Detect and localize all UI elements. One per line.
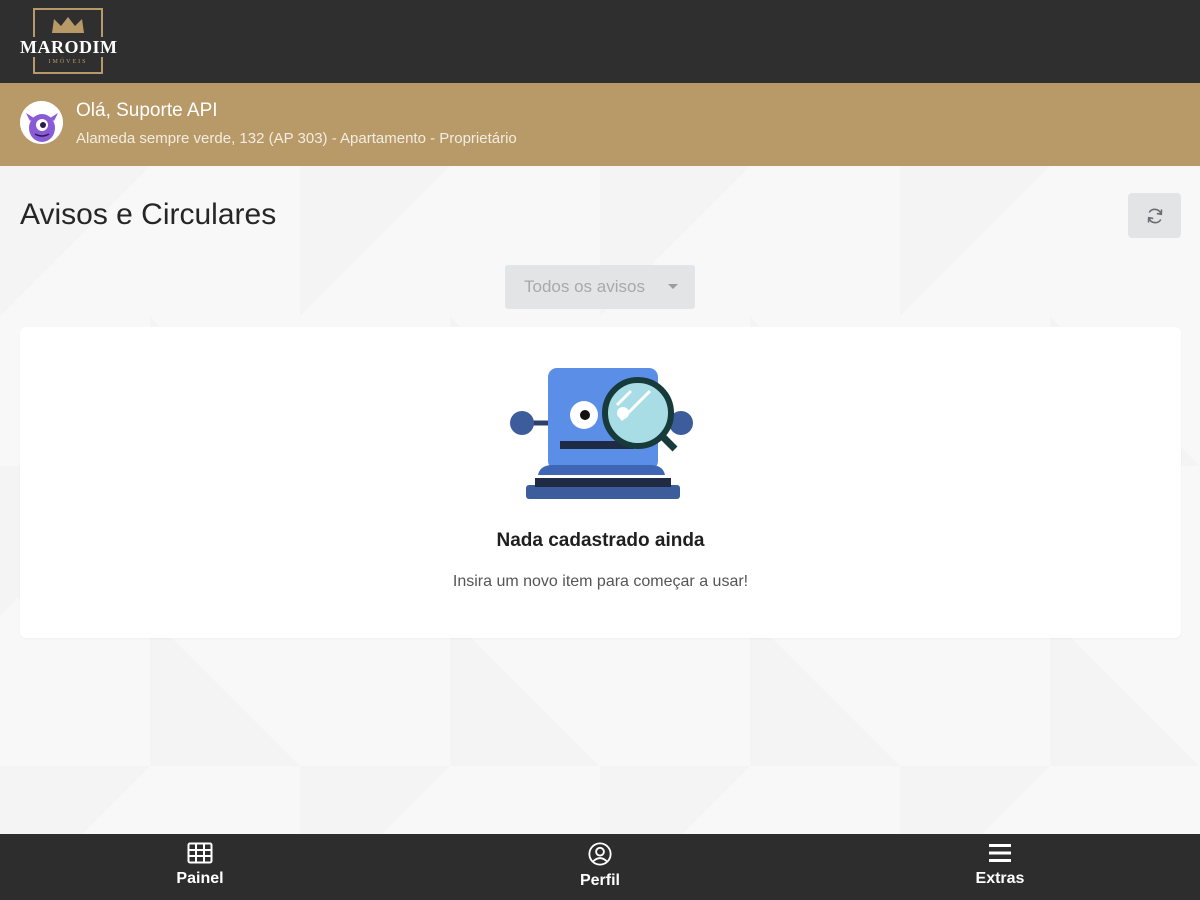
user-greeting: Olá, Suporte API bbox=[76, 100, 218, 121]
grid-icon bbox=[187, 842, 213, 864]
refresh-button[interactable] bbox=[1128, 193, 1181, 238]
refresh-icon bbox=[1147, 208, 1162, 223]
brand-logo: MARODIM IMÓVEIS bbox=[20, 7, 118, 76]
bottom-nav: Painel Perfil Extras bbox=[0, 834, 1200, 900]
app-header: MARODIM IMÓVEIS bbox=[0, 0, 1200, 83]
caret-down-icon bbox=[668, 284, 678, 289]
menu-icon bbox=[989, 844, 1011, 862]
nav-label-perfil: Perfil bbox=[579, 872, 620, 889]
user-info-bar bbox=[0, 83, 1200, 166]
user-address: Alameda sempre verde, 132 (AP 303) - Apa… bbox=[76, 130, 517, 147]
empty-state-title: Nada cadastrado ainda bbox=[496, 530, 705, 551]
nav-item-extras[interactable]: Extras bbox=[800, 834, 1200, 900]
empty-state-subtitle: Insira um novo item para começar a usar! bbox=[452, 573, 749, 590]
nav-label-painel: Painel bbox=[176, 870, 224, 887]
crown-icon bbox=[52, 17, 84, 33]
nav-label-extras: Extras bbox=[975, 870, 1025, 887]
brand-tagline: IMÓVEIS bbox=[48, 59, 88, 65]
user-circle-icon bbox=[588, 842, 612, 866]
purple-monster-avatar-icon bbox=[20, 101, 63, 144]
notice-filter-select[interactable]: Todos os avisos bbox=[505, 265, 695, 309]
brand-name: MARODIM bbox=[20, 37, 118, 57]
robot-magnifier-illustration bbox=[510, 368, 693, 499]
nav-item-painel[interactable]: Painel bbox=[0, 834, 400, 900]
filter-selected-value: Todos os avisos bbox=[524, 277, 645, 296]
page-title: Avisos e Circulares bbox=[20, 198, 277, 231]
nav-item-perfil[interactable]: Perfil bbox=[400, 834, 800, 900]
avatar[interactable] bbox=[20, 101, 63, 144]
